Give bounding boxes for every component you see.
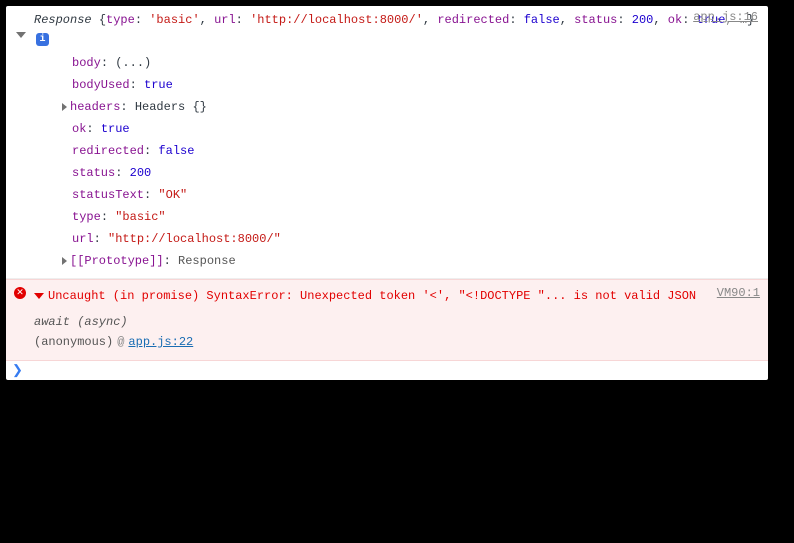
summary-key: redirected xyxy=(437,13,509,27)
property-key: bodyUsed xyxy=(72,78,130,92)
property-row[interactable]: headers: Headers {} xyxy=(72,96,760,118)
source-link[interactable]: app.js:16 xyxy=(693,10,758,24)
console-log-object[interactable]: app.js:16 Response {type: 'basic', url: … xyxy=(6,6,768,279)
property-key: redirected xyxy=(72,144,144,158)
info-badge-icon[interactable]: i xyxy=(36,33,49,46)
property-row[interactable]: bodyUsed: true xyxy=(72,74,760,96)
property-key: type xyxy=(72,210,101,224)
property-key: headers xyxy=(70,100,120,114)
class-name: Response xyxy=(34,13,92,27)
property-value: "OK" xyxy=(158,188,187,202)
stack-frame: await (async) xyxy=(34,312,760,332)
summary-key: type xyxy=(106,13,135,27)
property-value: true xyxy=(144,78,173,92)
property-value: 200 xyxy=(130,166,152,180)
object-summary[interactable]: Response {type: 'basic', url: 'http://lo… xyxy=(34,10,760,50)
property-value: (...) xyxy=(115,56,151,70)
summary-key: ok xyxy=(668,13,682,27)
property-value: "basic" xyxy=(115,210,165,224)
summary-key: url xyxy=(214,13,236,27)
console-prompt[interactable] xyxy=(6,361,768,380)
property-row[interactable]: status: 200 xyxy=(72,162,760,184)
stack-frame: (anonymous)@app.js:22 xyxy=(34,332,760,352)
error-source-link[interactable]: VM90:1 xyxy=(717,286,760,300)
property-row[interactable]: [[Prototype]]: Response xyxy=(72,250,760,272)
error-message: Uncaught (in promise) SyntaxError: Unexp… xyxy=(34,286,760,306)
expand-arrow-icon[interactable] xyxy=(34,293,44,299)
summary-value: 'http://localhost:8000/' xyxy=(250,13,423,27)
property-value: "http://localhost:8000/" xyxy=(108,232,281,246)
property-row[interactable]: url: "http://localhost:8000/" xyxy=(72,228,760,250)
expand-arrow-icon[interactable] xyxy=(62,103,67,111)
property-value: true xyxy=(101,122,130,136)
property-key: [[Prototype]] xyxy=(70,254,164,268)
expand-arrow-icon[interactable] xyxy=(16,32,26,38)
devtools-console: app.js:16 Response {type: 'basic', url: … xyxy=(6,6,768,380)
summary-key: status xyxy=(574,13,617,27)
stack-frame-text: await (async) xyxy=(34,315,128,329)
property-row[interactable]: redirected: false xyxy=(72,140,760,162)
property-key: status xyxy=(72,166,115,180)
property-value: Response xyxy=(178,254,236,268)
property-key: url xyxy=(72,232,94,246)
summary-value: 200 xyxy=(632,13,654,27)
stack-source-link[interactable]: app.js:22 xyxy=(128,335,193,349)
property-row[interactable]: statusText: "OK" xyxy=(72,184,760,206)
property-row[interactable]: ok: true xyxy=(72,118,760,140)
object-properties: body: (...)bodyUsed: trueheaders: Header… xyxy=(72,52,760,272)
property-value: false xyxy=(158,144,194,158)
error-icon: ✕ xyxy=(14,287,26,299)
expand-arrow-icon[interactable] xyxy=(62,257,67,265)
property-row[interactable]: type: "basic" xyxy=(72,206,760,228)
console-error[interactable]: ✕ VM90:1 Uncaught (in promise) SyntaxErr… xyxy=(6,279,768,361)
stack-frame-text: (anonymous) xyxy=(34,335,113,349)
summary-value: 'basic' xyxy=(149,13,199,27)
prompt-caret-icon xyxy=(12,363,23,378)
error-stack: await (async) (anonymous)@app.js:22 xyxy=(34,312,760,352)
property-key: ok xyxy=(72,122,86,136)
summary-value: false xyxy=(524,13,560,27)
property-value: Headers {} xyxy=(135,100,207,114)
property-key: body xyxy=(72,56,101,70)
property-key: statusText xyxy=(72,188,144,202)
property-row[interactable]: body: (...) xyxy=(72,52,760,74)
